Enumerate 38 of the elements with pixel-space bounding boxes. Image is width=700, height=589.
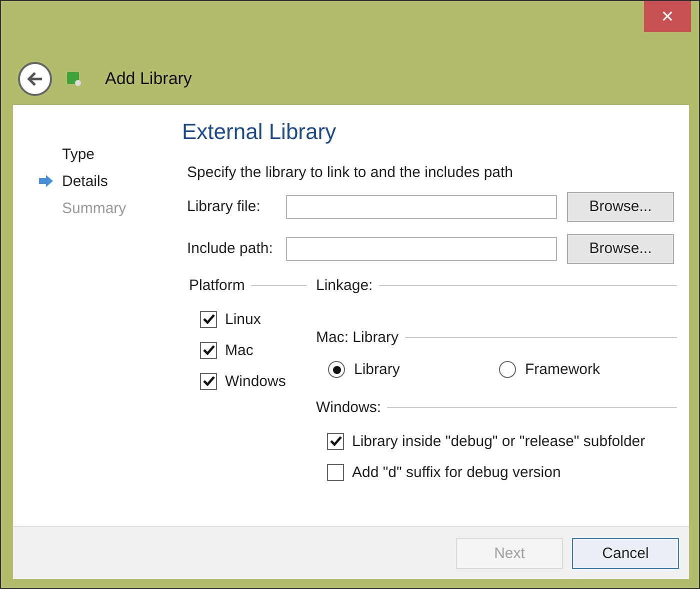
field-label: Library file: xyxy=(187,198,262,216)
checkbox-label: Add "d" suffix for debug version xyxy=(352,464,561,481)
app-icon xyxy=(67,72,81,86)
checkmark-icon xyxy=(330,436,342,446)
checkbox[interactable] xyxy=(200,310,217,328)
field-label: Include path: xyxy=(187,240,274,258)
window-title: Add Library xyxy=(105,68,192,89)
page-title: External Library xyxy=(182,118,338,145)
checkbox-label: Windows xyxy=(225,372,286,390)
checkbox[interactable] xyxy=(327,464,344,481)
checkbox-label: Linux xyxy=(225,310,261,328)
radio-button[interactable] xyxy=(328,361,345,378)
cancel-button[interactable]: Cancel xyxy=(572,538,679,569)
group-title: Mac: Library xyxy=(316,329,399,346)
close-button[interactable]: ✕ xyxy=(644,1,691,32)
checkmark-icon xyxy=(202,376,214,386)
checkbox-label: Library inside "debug" or "release" subfolder xyxy=(352,432,646,450)
input-field[interactable] xyxy=(286,194,557,219)
group-title: Windows: xyxy=(316,399,382,416)
browse-button[interactable]: Browse... xyxy=(567,192,674,222)
group-title: Platform xyxy=(189,277,245,294)
checkbox[interactable] xyxy=(200,342,217,359)
radio-button[interactable] xyxy=(499,361,516,378)
checkbox[interactable] xyxy=(200,372,217,390)
browse-button[interactable]: Browse... xyxy=(567,234,674,264)
input-field[interactable] xyxy=(286,236,557,261)
radio-label: Framework xyxy=(525,361,600,378)
radio-label: Library xyxy=(354,361,400,378)
step-label: Summary xyxy=(62,200,126,217)
checkmark-icon xyxy=(202,345,214,356)
checkbox[interactable] xyxy=(327,432,344,450)
group-title: Linkage: xyxy=(316,277,373,294)
checkbox-label: Mac xyxy=(225,342,254,359)
description-text: Specify the library to link to and the includes path xyxy=(187,164,514,181)
back-button[interactable] xyxy=(18,62,52,96)
step-label: Details xyxy=(62,172,108,190)
step-label: Type xyxy=(62,146,95,163)
checkmark-icon xyxy=(202,314,214,324)
